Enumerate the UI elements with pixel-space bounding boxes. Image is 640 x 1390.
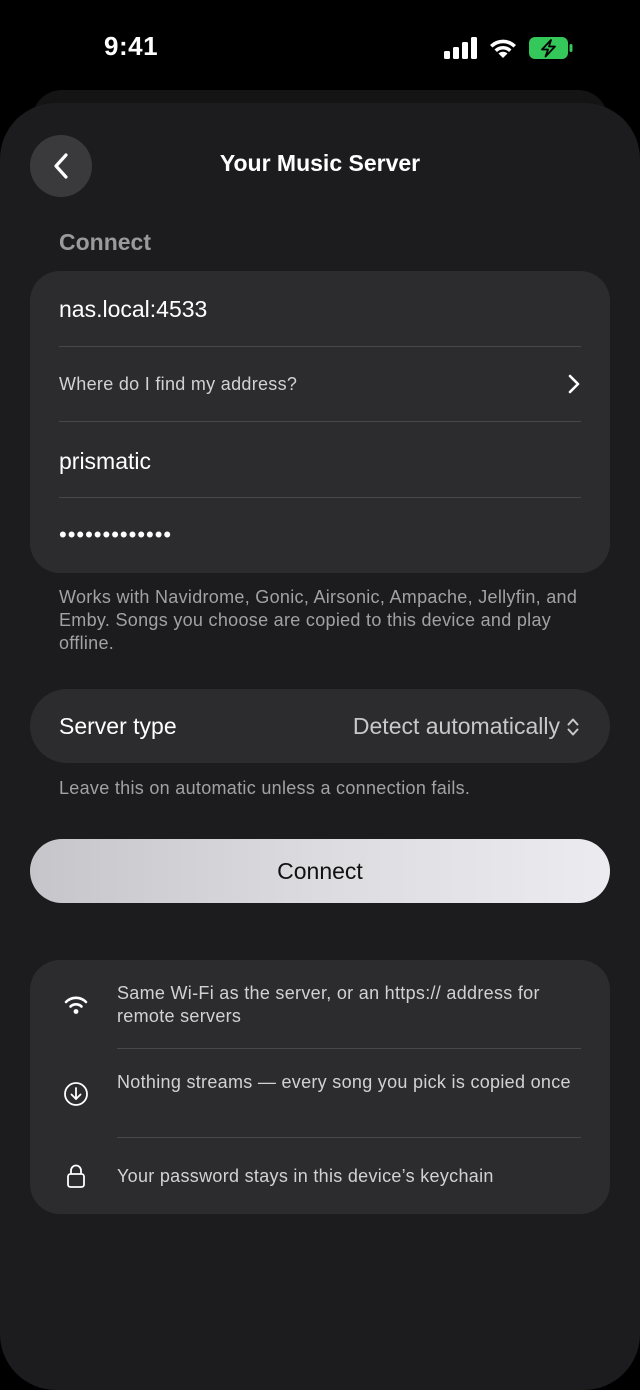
server-type-select[interactable]: Server type Detect automatically bbox=[30, 689, 610, 763]
divider bbox=[59, 421, 581, 422]
battery-charging-icon bbox=[529, 37, 573, 59]
status-time: 9:41 bbox=[104, 31, 159, 61]
compat-note: Works with Navidrome, Gonic, Airsonic, A… bbox=[59, 587, 578, 653]
divider bbox=[117, 1048, 581, 1049]
download-circle-icon bbox=[62, 1080, 90, 1108]
divider bbox=[59, 346, 581, 347]
status-bar: 9:41 bbox=[0, 0, 640, 92]
page-title: Your Music Server bbox=[219, 150, 421, 176]
password-value[interactable]: ••••••••••••• bbox=[59, 522, 172, 548]
info-text: Your password stays in this device’s key… bbox=[117, 1166, 494, 1186]
status-icons bbox=[444, 36, 574, 60]
address-help-label: Where do I find my address? bbox=[59, 373, 298, 394]
info-card: Same Wi-Fi as the server, or an https://… bbox=[30, 960, 610, 1214]
username-value[interactable]: prismatic bbox=[59, 448, 151, 475]
info-text: Same Wi-Fi as the server, or an https://… bbox=[117, 983, 540, 1026]
server-type-value-wrap[interactable]: Detect automatically bbox=[353, 713, 580, 740]
chevron-right-icon bbox=[568, 374, 580, 394]
connect-button[interactable]: Connect bbox=[30, 839, 610, 903]
divider bbox=[59, 497, 581, 498]
divider bbox=[117, 1137, 581, 1138]
server-type-value: Detect automatically bbox=[352, 713, 560, 739]
wifi-status-icon bbox=[490, 39, 516, 58]
username-field[interactable]: prismatic bbox=[59, 445, 581, 477]
wifi-icon bbox=[62, 990, 90, 1018]
connect-form-card: nas.local:4533 Where do I find my addres… bbox=[30, 271, 610, 573]
info-text: Nothing streams — every song you pick is… bbox=[117, 1072, 571, 1092]
address-value[interactable]: nas.local:4533 bbox=[59, 296, 207, 323]
lock-icon bbox=[62, 1162, 90, 1190]
cellular-signal-icon bbox=[444, 37, 477, 59]
chevron-up-down-icon bbox=[567, 718, 579, 735]
address-field[interactable]: nas.local:4533 bbox=[59, 293, 581, 325]
section-label-connect: Connect bbox=[59, 229, 151, 255]
server-type-label: Server type bbox=[59, 713, 177, 739]
server-type-note: Leave this on automatic unless a connect… bbox=[59, 778, 471, 798]
address-help-link[interactable]: Where do I find my address? bbox=[59, 369, 581, 399]
password-field[interactable]: ••••••••••••• bbox=[59, 519, 581, 551]
